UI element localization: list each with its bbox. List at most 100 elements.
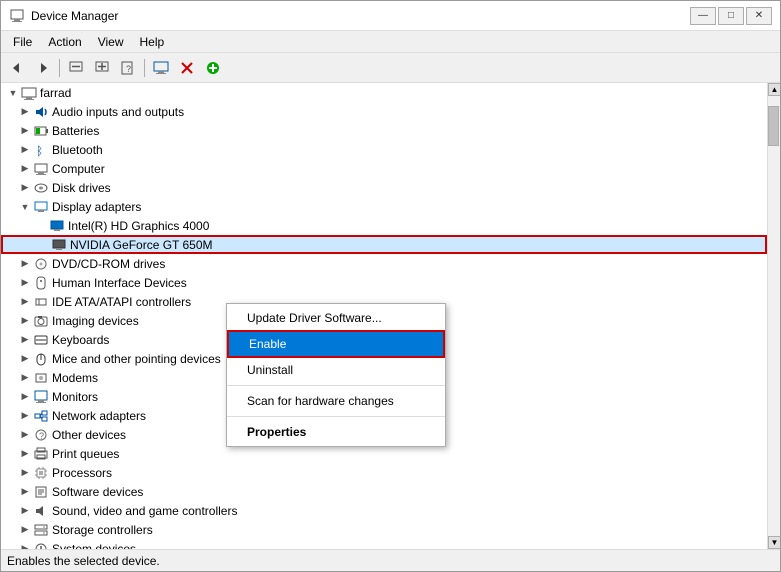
minimize-button[interactable]: — (690, 7, 716, 25)
scroll-up-button[interactable]: ▲ (768, 83, 780, 96)
other-expand[interactable]: ▶ (17, 427, 33, 443)
processors-expand[interactable]: ▶ (17, 465, 33, 481)
keyboards-expand[interactable]: ▶ (17, 332, 33, 348)
ctx-scan[interactable]: Scan for hardware changes (227, 389, 445, 413)
dvd-expand[interactable]: ▶ (17, 256, 33, 272)
monitors-icon (33, 389, 49, 405)
tree-nvidia[interactable]: NVIDIA GeForce GT 650M (1, 235, 767, 254)
network-expand[interactable]: ▶ (17, 408, 33, 424)
nvidia-label: NVIDIA GeForce GT 650M (70, 238, 213, 252)
toolbar-back[interactable] (5, 57, 29, 79)
monitors-label: Monitors (52, 390, 98, 404)
toolbar-forward[interactable] (31, 57, 55, 79)
hid-expand[interactable]: ▶ (17, 275, 33, 291)
bluetooth-label: Bluetooth (52, 143, 103, 157)
toolbar-add[interactable] (201, 57, 225, 79)
computer-icon (33, 161, 49, 177)
ctx-sep2 (227, 416, 445, 417)
ctx-properties[interactable]: Properties (227, 420, 445, 444)
ide-expand[interactable]: ▶ (17, 294, 33, 310)
displayadapters-expand[interactable]: ▼ (17, 199, 33, 215)
scroll-thumb[interactable] (768, 106, 779, 146)
menu-bar: File Action View Help (1, 31, 780, 53)
tree-storage[interactable]: ▶ Storage controllers (1, 520, 767, 539)
device-tree[interactable]: ▼ farrad ▶ Audio inputs and outputs (1, 83, 767, 549)
hid-label: Human Interface Devices (52, 276, 187, 290)
mice-expand[interactable]: ▶ (17, 351, 33, 367)
modems-label: Modems (52, 371, 98, 385)
sound-label: Sound, video and game controllers (52, 504, 237, 518)
diskdrives-expand[interactable]: ▶ (17, 180, 33, 196)
tree-dvd[interactable]: ▶ DVD/CD-ROM drives (1, 254, 767, 273)
system-icon (33, 541, 49, 550)
window-controls: — □ ✕ (690, 7, 772, 25)
audio-expand[interactable]: ▶ (17, 104, 33, 120)
nvidia-icon (51, 237, 67, 253)
keyboards-label: Keyboards (52, 333, 109, 347)
toolbar-expand[interactable] (90, 57, 114, 79)
tree-processors[interactable]: ▶ Processors (1, 463, 767, 482)
menu-action[interactable]: Action (40, 33, 89, 51)
sound-icon (33, 503, 49, 519)
maximize-button[interactable]: □ (718, 7, 744, 25)
system-expand[interactable]: ▶ (17, 541, 33, 550)
audio-label: Audio inputs and outputs (52, 105, 184, 119)
tree-sound[interactable]: ▶ Sound, video and game controllers (1, 501, 767, 520)
tree-audio[interactable]: ▶ Audio inputs and outputs (1, 102, 767, 121)
imaging-icon (33, 313, 49, 329)
menu-file[interactable]: File (5, 33, 40, 51)
imaging-expand[interactable]: ▶ (17, 313, 33, 329)
print-expand[interactable]: ▶ (17, 446, 33, 462)
tree-system[interactable]: ▶ System devices (1, 539, 767, 549)
menu-help[interactable]: Help (132, 33, 173, 51)
context-menu: Update Driver Software... Enable Uninsta… (226, 303, 446, 447)
computer-expand[interactable]: ▶ (17, 161, 33, 177)
tree-computer[interactable]: ▶ Computer (1, 159, 767, 178)
root-expand[interactable]: ▼ (5, 85, 21, 101)
svg-text:?: ? (126, 64, 131, 74)
mice-icon (33, 351, 49, 367)
scrollbar[interactable]: ▲ ▼ (767, 83, 780, 549)
close-button[interactable]: ✕ (746, 7, 772, 25)
sound-expand[interactable]: ▶ (17, 503, 33, 519)
ctx-update[interactable]: Update Driver Software... (227, 306, 445, 330)
batteries-icon (33, 123, 49, 139)
batteries-expand[interactable]: ▶ (17, 123, 33, 139)
bluetooth-expand[interactable]: ▶ (17, 142, 33, 158)
toolbar-collapse[interactable] (64, 57, 88, 79)
toolbar-monitor[interactable] (149, 57, 173, 79)
network-label: Network adapters (52, 409, 146, 423)
tree-batteries[interactable]: ▶ Batteries (1, 121, 767, 140)
toolbar-delete[interactable] (175, 57, 199, 79)
other-icon: ? (33, 427, 49, 443)
tree-displayadapters[interactable]: ▼ Display adapters (1, 197, 767, 216)
menu-view[interactable]: View (90, 33, 132, 51)
tree-hid[interactable]: ▶ Human Interface Devices (1, 273, 767, 292)
print-icon (33, 446, 49, 462)
tree-intel[interactable]: Intel(R) HD Graphics 4000 (1, 216, 767, 235)
scroll-down-button[interactable]: ▼ (768, 536, 780, 549)
ctx-enable[interactable]: Enable (227, 330, 445, 358)
root-icon (21, 85, 37, 101)
ctx-uninstall[interactable]: Uninstall (227, 358, 445, 382)
tree-root[interactable]: ▼ farrad (1, 83, 767, 102)
imaging-label: Imaging devices (52, 314, 139, 328)
processors-label: Processors (52, 466, 112, 480)
tree-software[interactable]: ▶ Software devices (1, 482, 767, 501)
monitors-expand[interactable]: ▶ (17, 389, 33, 405)
title-icon (9, 8, 25, 24)
dvd-icon (33, 256, 49, 272)
svg-text:ᛒ: ᛒ (36, 144, 43, 157)
main-area: ▼ farrad ▶ Audio inputs and outputs (1, 83, 780, 549)
window-title: Device Manager (31, 9, 690, 23)
toolbar-help[interactable]: ? (116, 57, 140, 79)
modems-expand[interactable]: ▶ (17, 370, 33, 386)
hid-icon (33, 275, 49, 291)
keyboards-icon (33, 332, 49, 348)
software-expand[interactable]: ▶ (17, 484, 33, 500)
tree-bluetooth[interactable]: ▶ ᛒ Bluetooth (1, 140, 767, 159)
storage-expand[interactable]: ▶ (17, 522, 33, 538)
main-window: Device Manager — □ ✕ File Action View He… (0, 0, 781, 572)
tree-diskdrives[interactable]: ▶ Disk drives (1, 178, 767, 197)
scroll-thumb-area (768, 96, 780, 536)
